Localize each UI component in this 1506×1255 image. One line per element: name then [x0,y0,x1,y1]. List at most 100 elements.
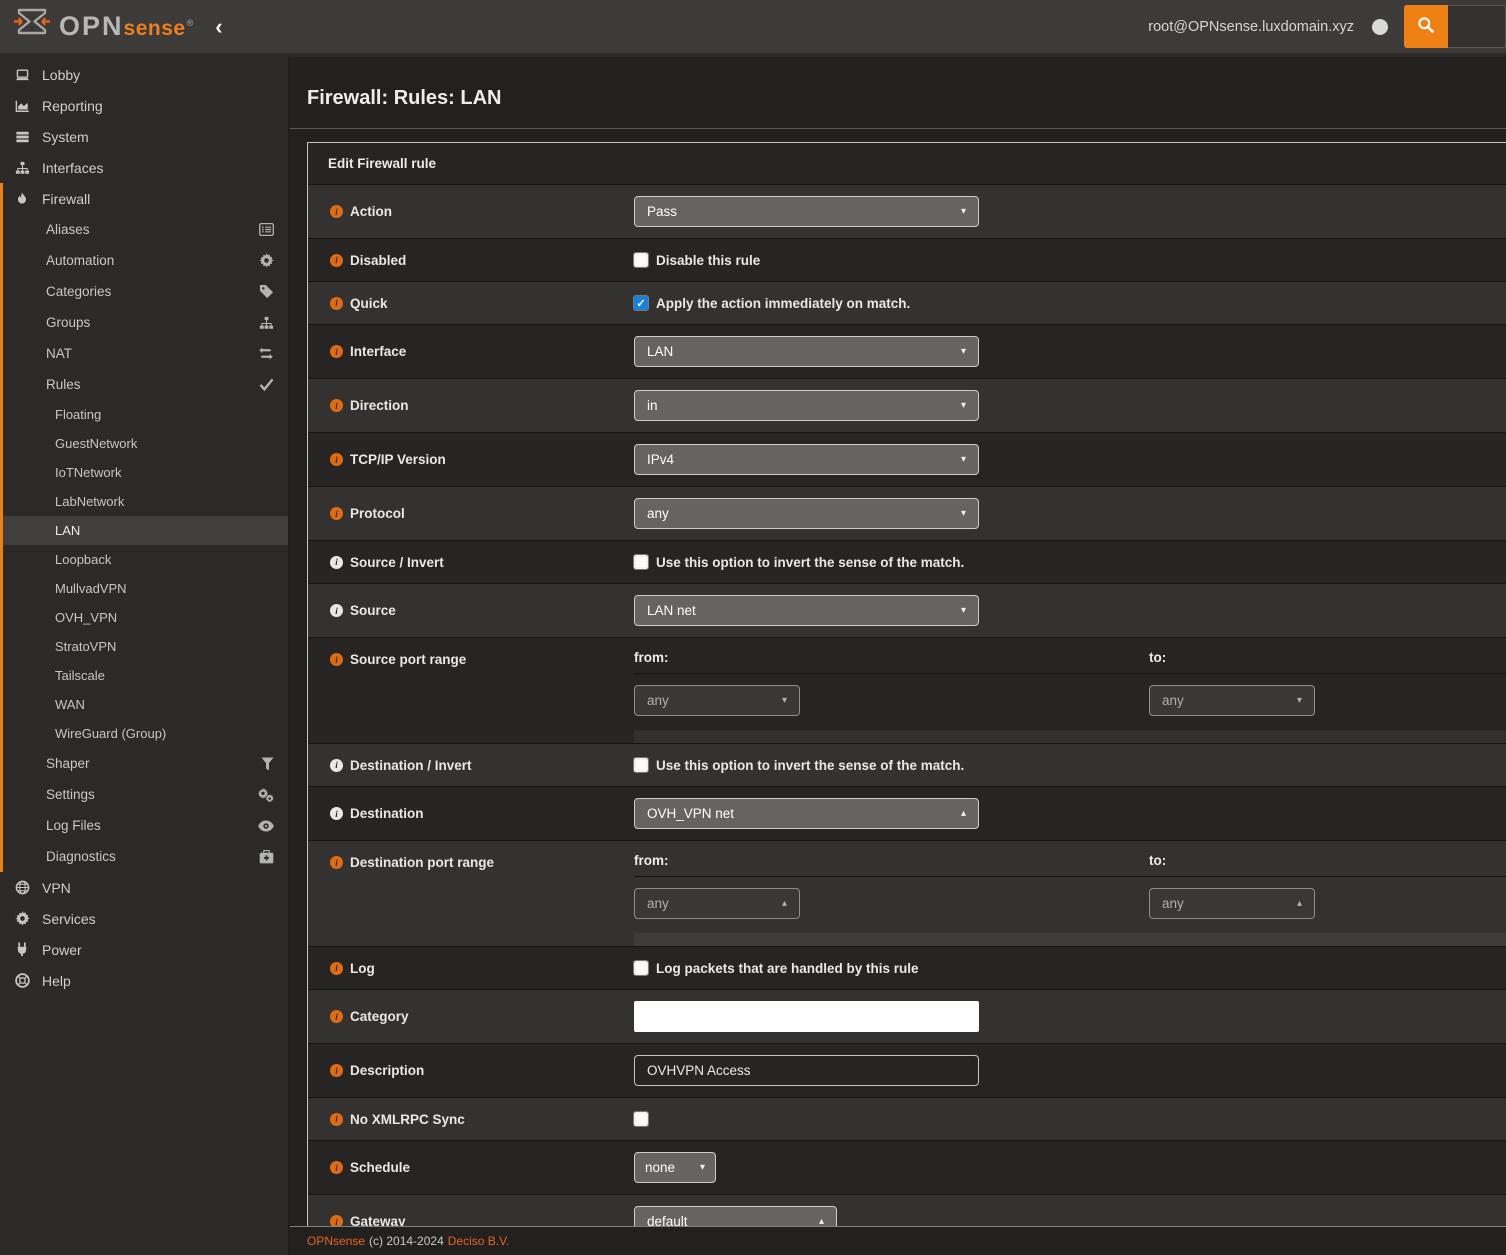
field-label: Description [350,1063,424,1078]
destination-port-from-select[interactable]: any▴ [634,888,800,919]
log-checkbox[interactable]: Log packets that are handled by this rul… [634,961,1506,976]
sidebar-collapse-icon[interactable]: ‹ [215,16,222,38]
sidebar-item-label: LabNetwork [55,494,124,509]
info-icon[interactable]: i [330,345,343,358]
destination-port-to-select[interactable]: any▴ [1149,888,1315,919]
sidebar-item-logfiles[interactable]: Log Files [3,810,288,841]
info-icon[interactable]: i [330,205,343,218]
opnsense-logo-icon[interactable] [13,7,51,46]
info-icon[interactable]: i [330,297,343,310]
sidebar-item-vpn[interactable]: VPN [0,872,288,903]
horizontal-scrollbar[interactable] [634,933,1506,946]
destination-select[interactable]: OVH_VPN net▴ [634,798,979,829]
sidebar-item-label: Categories [46,284,111,299]
copyright-text: (c) 2014-2024 [369,1234,444,1248]
sidebar-item-rules[interactable]: Rules [3,369,288,400]
info-icon[interactable]: i [330,1010,343,1023]
opnsense-logo[interactable]: OPNsense® [59,11,193,42]
gateway-select[interactable]: default▴ [634,1206,837,1227]
sidebar-item-system[interactable]: System [0,121,288,152]
schedule-select[interactable]: none▾ [634,1152,716,1183]
interface-select[interactable]: LAN▾ [634,336,979,367]
no-xmlrpc-checkbox[interactable] [634,1112,1506,1126]
horizontal-scrollbar[interactable] [634,730,1506,743]
sidebar-item-rules-floating[interactable]: Floating [3,400,288,429]
sidebar-item-rules-iotnetwork[interactable]: IoTNetwork [3,458,288,487]
sidebar-item-rules-wan[interactable]: WAN [3,690,288,719]
direction-select[interactable]: in▾ [634,390,979,421]
info-icon[interactable]: i [330,604,343,617]
info-icon[interactable]: i [330,1215,343,1227]
status-dot [1372,19,1388,35]
tcpip-version-select[interactable]: IPv4▾ [634,444,979,475]
sidebar-item-lobby[interactable]: Lobby [0,59,288,90]
source-port-to-select[interactable]: any▾ [1149,685,1315,716]
row-log: iLog Log packets that are handled by thi… [308,946,1506,989]
action-select[interactable]: Pass▾ [634,196,979,227]
sidebar-item-settings[interactable]: Settings [3,779,288,810]
source-port-from-select[interactable]: any▾ [634,685,800,716]
info-icon[interactable]: i [330,759,343,772]
info-icon[interactable]: i [330,254,343,267]
sidebar-item-aliases[interactable]: Aliases [3,214,288,245]
info-icon[interactable]: i [330,1113,343,1126]
sidebar-item-label: VPN [42,880,71,896]
sidebar-item-rules-ovh-vpn[interactable]: OVH_VPN [3,603,288,632]
sidebar-item-rules-mullvadvpn[interactable]: MullvadVPN [3,574,288,603]
sidebar-item-reporting[interactable]: Reporting [0,90,288,121]
sidebar-item-interfaces[interactable]: Interfaces [0,152,288,183]
checkbox[interactable] [634,961,648,975]
sidebar-item-nat[interactable]: NAT [3,338,288,369]
chevron-down-icon: ▾ [961,400,966,411]
sidebar-item-help[interactable]: Help [0,965,288,996]
protocol-select[interactable]: any▾ [634,498,979,529]
checkbox[interactable] [634,555,648,569]
info-icon[interactable]: i [330,807,343,820]
info-icon[interactable]: i [330,556,343,569]
source-invert-checkbox[interactable]: Use this option to invert the sense of t… [634,555,1506,570]
sidebar-item-rules-stratovpn[interactable]: StratoVPN [3,632,288,661]
search-button[interactable] [1404,5,1448,48]
sidebar-item-label: WireGuard (Group) [55,726,166,741]
sidebar-item-services[interactable]: Services [0,903,288,934]
sidebar-item-categories[interactable]: Categories [3,276,288,307]
sidebar-item-power[interactable]: Power [0,934,288,965]
sidebar-item-rules-loopback[interactable]: Loopback [3,545,288,574]
sidebar-item-diagnostics[interactable]: Diagnostics [3,841,288,872]
sidebar-item-rules-labnetwork[interactable]: LabNetwork [3,487,288,516]
checkbox[interactable] [634,253,648,267]
sidebar-item-rules-guestnetwork[interactable]: GuestNetwork [3,429,288,458]
info-icon[interactable]: i [330,507,343,520]
info-icon[interactable]: i [330,1064,343,1077]
description-input[interactable] [634,1055,979,1086]
sidebar-item-firewall[interactable]: Firewall [3,183,288,214]
checkbox[interactable] [634,758,648,772]
field-label: Source / Invert [350,555,444,570]
info-icon[interactable]: i [330,962,343,975]
info-icon[interactable]: i [330,653,343,666]
search-input[interactable] [1448,5,1506,48]
destination-invert-checkbox[interactable]: Use this option to invert the sense of t… [634,758,1506,773]
info-icon[interactable]: i [330,1161,343,1174]
row-interface: iInterface LAN▾ [308,324,1506,378]
category-input[interactable] [634,1001,979,1032]
source-select[interactable]: LAN net▾ [634,595,979,626]
checkbox[interactable] [634,1112,648,1126]
gear-icon [13,911,31,926]
field-label: Quick [350,296,388,311]
sidebar-item-rules-wireguard[interactable]: WireGuard (Group) [3,719,288,748]
sidebar-item-groups[interactable]: Groups [3,307,288,338]
info-icon[interactable]: i [330,856,343,869]
info-icon[interactable]: i [330,453,343,466]
checkbox[interactable]: ✓ [634,296,648,310]
sidebar-item-rules-lan[interactable]: LAN [3,516,288,545]
sidebar-item-rules-tailscale[interactable]: Tailscale [3,661,288,690]
deciso-footer-link[interactable]: Deciso B.V. [448,1234,510,1248]
sidebar-item-shaper[interactable]: Shaper [3,748,288,779]
chevron-up-icon: ▴ [782,898,787,909]
info-icon[interactable]: i [330,399,343,412]
sidebar-item-automation[interactable]: Automation [3,245,288,276]
disabled-checkbox[interactable]: Disable this rule [634,253,1506,268]
opnsense-footer-link[interactable]: OPNsense [307,1234,365,1248]
quick-checkbox[interactable]: ✓Apply the action immediately on match. [634,296,1506,311]
